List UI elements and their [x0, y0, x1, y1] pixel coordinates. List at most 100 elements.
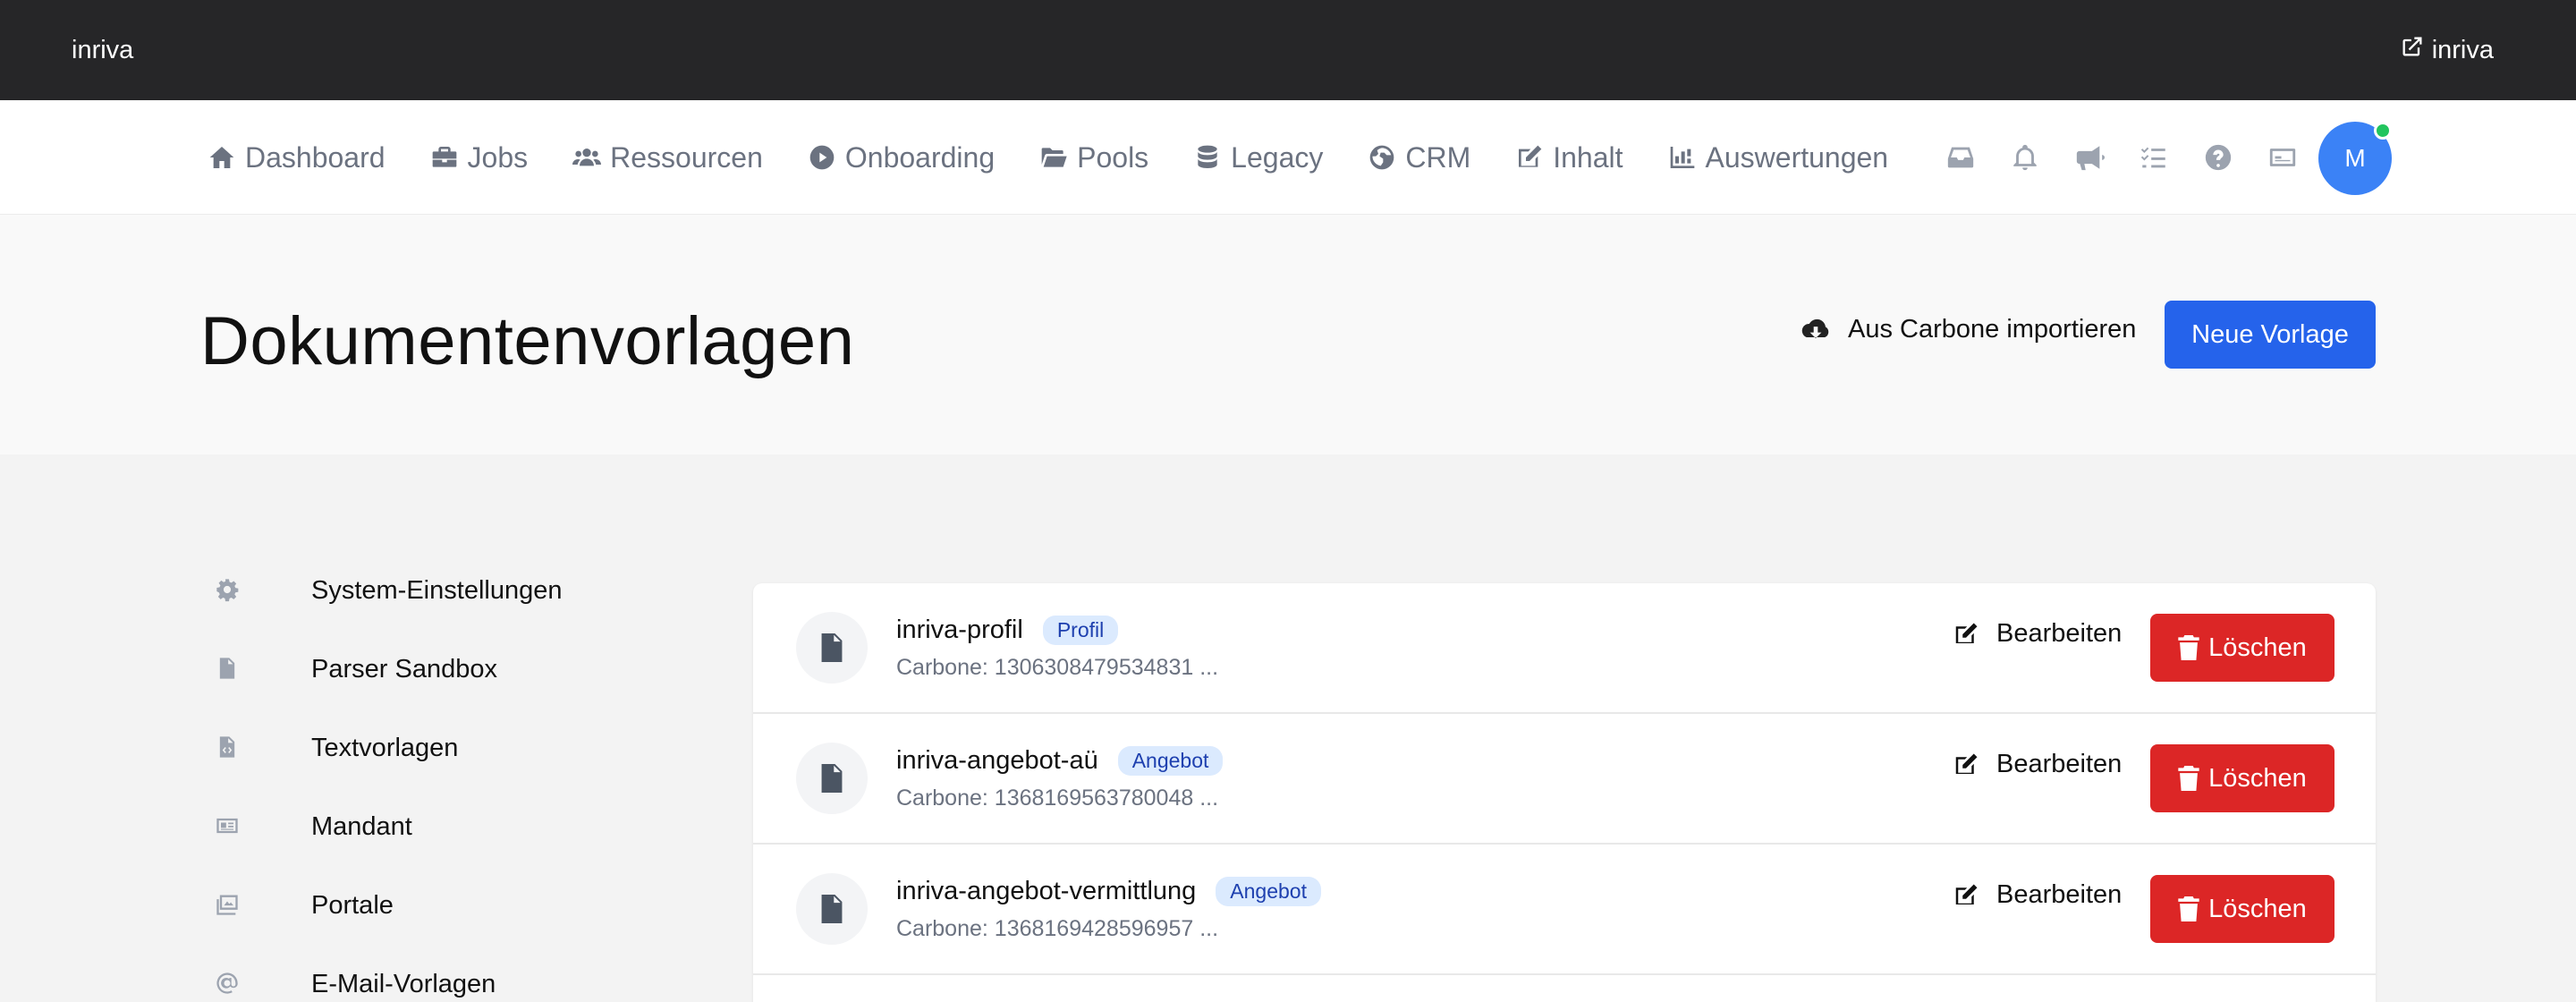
globe-icon — [1370, 145, 1394, 170]
delete-button[interactable]: Löschen — [2150, 875, 2334, 943]
template-type-badge: Profil — [1042, 616, 1119, 645]
delete-button[interactable]: Löschen — [2150, 744, 2334, 812]
edit-label: Bearbeiten — [1996, 750, 2123, 778]
page-title: Dokumentenvorlagen — [200, 303, 855, 379]
template-name: inriva-angebot-aü — [896, 746, 1098, 775]
edit-icon — [1519, 145, 1542, 167]
template-type-badge: Angebot — [1117, 746, 1224, 776]
user-avatar[interactable]: M — [2318, 122, 2392, 195]
tasks-icon — [2140, 147, 2165, 168]
sidebar-label: Portale — [311, 890, 394, 920]
list-item: inriva-angebot-aü Angebot Carbone: 13681… — [753, 714, 2376, 845]
trash-icon — [2178, 635, 2199, 660]
nav-item-inhalt[interactable]: Inhalt — [1513, 141, 1623, 174]
import-label: Aus Carbone importieren — [1848, 315, 2137, 344]
top-bar: inriva inriva — [0, 0, 2576, 100]
avatar-initial: M — [2344, 144, 2366, 172]
page-header: Dokumentenvorlagen Aus Carbone importier… — [0, 215, 2576, 454]
users-icon — [572, 149, 602, 166]
megaphone-icon — [2076, 146, 2105, 171]
nav-label: Pools — [1077, 140, 1149, 174]
nav-label: Auswertungen — [1705, 140, 1889, 174]
edit-label: Bearbeiten — [1996, 619, 2123, 648]
at-icon — [216, 972, 238, 994]
nav-label: Ressourcen — [610, 140, 763, 174]
settings-sidebar: System-Einstellungen Parser Sandbox Text… — [211, 551, 676, 1002]
sidebar-item-parser-sandbox[interactable]: Parser Sandbox — [211, 630, 676, 709]
nav-item-onboarding[interactable]: Onboarding — [806, 141, 995, 174]
id-card-icon — [2269, 149, 2296, 166]
trash-icon — [2178, 896, 2199, 921]
nav-item-auswertungen[interactable]: Auswertungen — [1666, 140, 1889, 174]
sidebar-item-textvorlagen[interactable]: Textvorlagen — [211, 709, 676, 787]
id-card-icon — [216, 818, 238, 834]
gear-icon — [216, 579, 239, 602]
edit-label: Bearbeiten — [1996, 880, 2123, 909]
edit-icon — [1955, 884, 1978, 904]
document-icon — [796, 612, 868, 684]
help-button[interactable] — [2186, 142, 2250, 173]
list-item: inriva-profil Profil Carbone: 1306308479… — [753, 583, 2376, 714]
sidebar-label: Mandant — [311, 811, 412, 841]
document-icon — [796, 873, 868, 945]
nav-item-dashboard[interactable]: Dashboard — [206, 141, 386, 174]
template-list: inriva-profil Profil Carbone: 1306308479… — [753, 583, 2376, 1002]
inbox-icon — [1947, 147, 1974, 168]
edit-button[interactable]: Bearbeiten — [1952, 750, 2122, 779]
template-carbone-id: Carbone: 1368169428596957 ... — [896, 916, 1219, 941]
template-name: inriva-profil — [896, 616, 1023, 644]
edit-button[interactable]: Bearbeiten — [1952, 880, 2122, 910]
nav-item-legacy[interactable]: Legacy — [1191, 141, 1323, 174]
sidebar-item-portale[interactable]: Portale — [211, 866, 676, 945]
edit-icon — [1955, 623, 1978, 643]
play-circle-icon — [809, 145, 835, 170]
sidebar-item-email-templates[interactable]: E-Mail-Vorlagen — [211, 945, 676, 1002]
database-icon — [1198, 145, 1217, 168]
chart-icon — [1670, 147, 1694, 168]
nav-label: Onboarding — [844, 140, 996, 174]
notifications-button[interactable] — [1993, 142, 2057, 173]
delete-label: Löschen — [2208, 633, 2307, 662]
inbox-button[interactable] — [1928, 142, 1993, 173]
brand-name[interactable]: inriva — [72, 0, 133, 100]
nav-item-crm[interactable]: CRM — [1366, 141, 1470, 174]
main-navigation: Dashboard Jobs Ressourcen Onboarding Poo… — [0, 100, 2576, 215]
external-app-link[interactable]: inriva — [2400, 0, 2494, 100]
document-icon — [796, 743, 868, 814]
nav-item-jobs[interactable]: Jobs — [428, 140, 529, 174]
sidebar-item-system-settings[interactable]: System-Einstellungen — [211, 551, 676, 630]
bell-icon — [2013, 144, 2037, 171]
nav-label: Jobs — [467, 140, 529, 174]
import-from-carbone-button[interactable]: Aus Carbone importieren — [1800, 315, 2136, 344]
images-icon — [216, 895, 238, 915]
external-link-icon — [2400, 34, 2425, 66]
nav-label: Inhalt — [1553, 140, 1623, 174]
sidebar-label: Parser Sandbox — [311, 654, 497, 684]
sidebar-label: E-Mail-Vorlagen — [311, 969, 496, 998]
template-carbone-id: Carbone: 1368169563780048 ... — [896, 785, 1219, 811]
external-link-label: inriva — [2431, 35, 2494, 64]
delete-label: Löschen — [2208, 763, 2307, 793]
nav-item-pools[interactable]: Pools — [1038, 141, 1148, 174]
id-card-button[interactable] — [2250, 142, 2315, 173]
briefcase-icon — [432, 147, 456, 167]
announcements-button[interactable] — [2057, 142, 2122, 173]
list-item: inriva-angebot-vermittlung Angebot Carbo… — [753, 845, 2376, 975]
nav-label: Legacy — [1231, 140, 1324, 174]
nav-item-ressourcen[interactable]: Ressourcen — [571, 141, 763, 174]
cloud-download-icon — [1801, 318, 1829, 338]
tasks-button[interactable] — [2122, 142, 2186, 173]
sidebar-label: System-Einstellungen — [311, 575, 563, 605]
trash-icon — [2178, 766, 2199, 791]
sidebar-label: Textvorlagen — [311, 733, 459, 762]
online-status-indicator — [2374, 122, 2392, 140]
edit-icon — [1955, 753, 1978, 774]
sidebar-item-mandant[interactable]: Mandant — [211, 787, 676, 866]
nav-label: CRM — [1405, 140, 1471, 174]
template-type-badge: Angebot — [1216, 877, 1321, 906]
nav-label: Dashboard — [245, 140, 386, 174]
delete-button[interactable]: Löschen — [2150, 614, 2334, 682]
folder-open-icon — [1041, 148, 1067, 167]
edit-button[interactable]: Bearbeiten — [1952, 619, 2122, 649]
new-template-button[interactable]: Neue Vorlage — [2165, 301, 2376, 369]
